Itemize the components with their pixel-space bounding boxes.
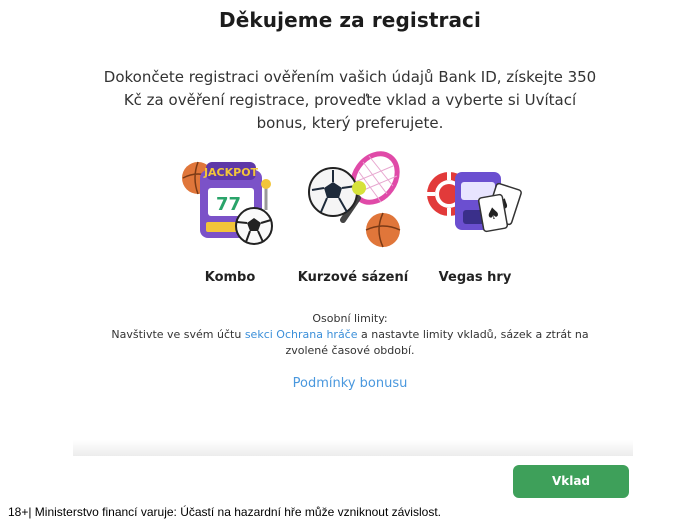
- sports-balls-racket-icon: [308, 151, 401, 248]
- bonus-option-label: Kurzové sázení: [297, 270, 409, 285]
- jackpot-slot-football-icon: JACKPOT 77: [182, 161, 273, 245]
- bonus-option-kombo[interactable]: JACKPOT 77 Kombo: [170, 150, 290, 295]
- bonus-option-kurzove-sazeni[interactable]: Kurzové sázení: [293, 150, 413, 295]
- bonus-option-label: Vegas hry: [438, 270, 512, 285]
- bonus-option-vegas-hry[interactable]: ♠ ♠ Vegas hry: [415, 150, 535, 295]
- modal-bottom-shadow: [73, 440, 633, 456]
- deposit-button[interactable]: Vklad: [513, 465, 629, 498]
- svg-text:JACKPOT: JACKPOT: [203, 166, 259, 179]
- bonus-terms-link[interactable]: Podmínky bonusu: [0, 376, 700, 391]
- intro-text: Dokončete registraci ověřením vašich úda…: [103, 68, 597, 132]
- svg-text:77: 77: [216, 194, 241, 215]
- limits-text-before: Navštivte ve svém účtu: [111, 328, 245, 341]
- casino-chips-cards-icon: ♠ ♠: [427, 172, 522, 233]
- personal-limits-info: Osobní limity: Navštivte ve svém účtu se…: [110, 311, 590, 359]
- limits-text: Navštivte ve svém účtu sekci Ochrana hrá…: [110, 327, 590, 359]
- gambling-warning-footer: 18+| Ministerstvo financí varuje: Účastí…: [8, 505, 441, 519]
- bonus-options: JACKPOT 77 Kombo Kurzové sázení ♠ Vegas …: [160, 150, 540, 295]
- page-title: Děkujeme za registraci: [219, 8, 481, 32]
- limits-heading: Osobní limity:: [312, 312, 388, 325]
- player-protection-link[interactable]: sekci Ochrana hráče: [245, 328, 358, 341]
- bonus-option-label: Kombo: [204, 270, 256, 285]
